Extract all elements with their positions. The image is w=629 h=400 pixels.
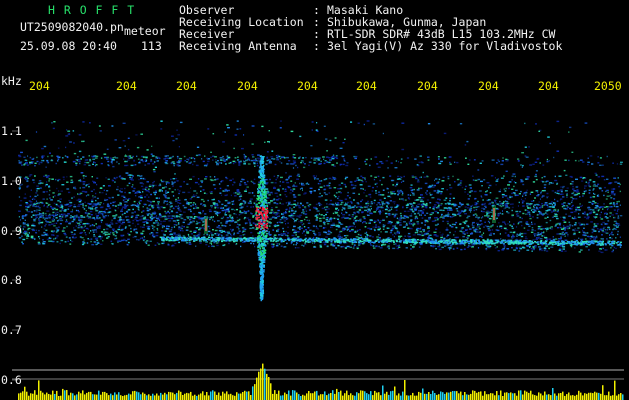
time-tick-label: 204 [176,79,197,93]
mode-label: meteor [124,24,166,38]
filename-label: UT2509082040.pn [20,20,124,34]
intensity-bars [18,363,624,400]
time-tick-label: 204 [116,79,137,93]
datetime-label: 25.09.08 20:40 [20,39,117,53]
freq-tick-label: 1.0 [1,174,22,188]
time-tick-label: 204 [29,79,50,93]
field-separator: : [313,39,320,53]
signal-noise-layer [18,120,623,254]
freq-tick-label: 0.8 [1,273,22,287]
time-tick-label: 204 [237,79,258,93]
time-tick-label: 204 [356,79,377,93]
freq-unit-label: kHz [1,74,22,88]
freq-tick-label: 0.9 [1,224,22,238]
hrofft-logo: H R O F F T [48,3,136,17]
freq-tick-label: 0.6 [1,373,22,387]
field-value: 3el Yagi(V) Az 330 for Vladivostok [327,39,563,53]
freq-tick-label: 1.1 [1,124,22,138]
meteor-echo [255,155,269,302]
time-tick-label: 204 [297,79,318,93]
time-tick-label: 204 [538,79,559,93]
field-label: Receiving Antenna [179,39,297,53]
spectrogram-plot [12,120,624,400]
time-tick-label: 204 [417,79,438,93]
count-label: 113 [141,39,162,53]
echo-spot-glow [204,216,208,234]
time-tick-label: 204 [478,79,499,93]
echo-spot-glow [492,205,496,223]
freq-tick-label: 0.7 [1,323,22,337]
time-tick-label: 2050 [594,79,622,93]
